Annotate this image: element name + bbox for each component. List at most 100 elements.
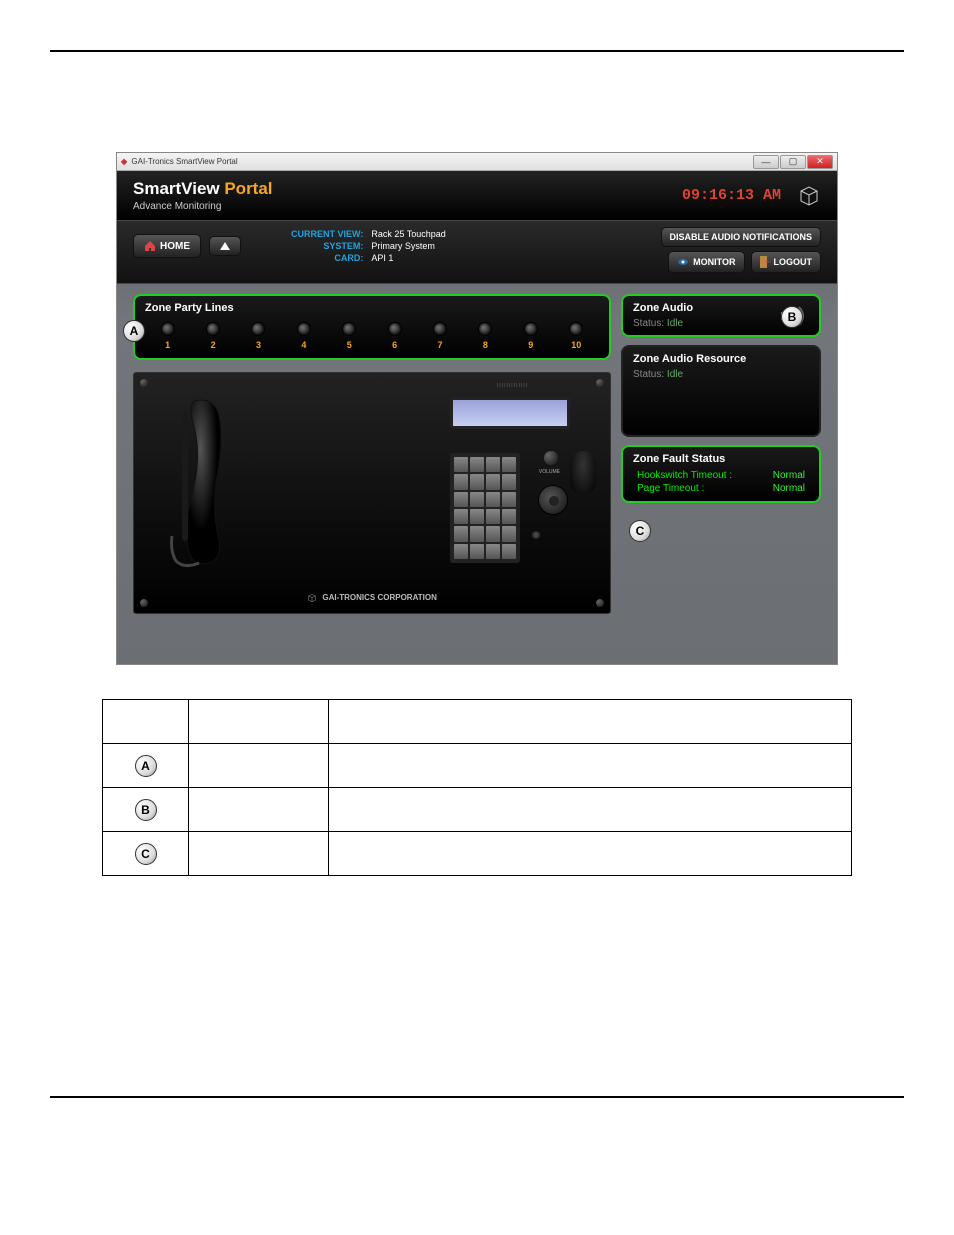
party-line-indicator: 7 bbox=[433, 322, 447, 350]
up-button[interactable] bbox=[209, 236, 241, 256]
fault-row: Page Timeout :Normal bbox=[633, 482, 809, 495]
table-badge-c: C bbox=[135, 843, 157, 865]
device-footer: GAI-TRONICS CORPORATION bbox=[134, 593, 610, 603]
keypad-key bbox=[454, 492, 468, 507]
fault-label: Hookswitch Timeout : bbox=[637, 470, 732, 481]
led-number: 3 bbox=[251, 340, 265, 350]
keypad-key bbox=[454, 509, 468, 524]
window-maximize-button[interactable]: ▢ bbox=[780, 155, 806, 169]
brand-subtitle: Advance Monitoring bbox=[133, 201, 273, 212]
led-number: 4 bbox=[297, 340, 311, 350]
window-control-buttons: — ▢ ✕ bbox=[752, 155, 833, 169]
party-line-led-row: 1 2 3 4 5 6 7 8 9 10 bbox=[145, 318, 599, 352]
keypad-key bbox=[470, 509, 484, 524]
led-number: 5 bbox=[342, 340, 356, 350]
led-number: 2 bbox=[206, 340, 220, 350]
zone-audio-status: Status: Idle bbox=[633, 318, 693, 329]
keypad-key bbox=[470, 474, 484, 489]
keypad-key bbox=[502, 457, 516, 472]
app-favicon: ◆ bbox=[121, 157, 127, 166]
triangle-up-icon bbox=[220, 242, 230, 250]
table-badge-b: B bbox=[135, 799, 157, 821]
window-close-button[interactable]: ✕ bbox=[807, 155, 833, 169]
led-icon bbox=[342, 322, 356, 336]
led-number: 9 bbox=[524, 340, 538, 350]
brand-block: SmartView Portal Advance Monitoring bbox=[133, 179, 273, 212]
zone-fault-status-panel: Zone Fault Status Hookswitch Timeout : No… bbox=[621, 445, 821, 503]
keypad-key bbox=[502, 474, 516, 489]
keypad-key bbox=[486, 457, 500, 472]
page-top-rule bbox=[50, 50, 904, 52]
party-line-indicator: 1 bbox=[161, 322, 175, 350]
page-bottom-rule bbox=[50, 1096, 904, 1098]
led-icon bbox=[524, 322, 538, 336]
led-icon bbox=[388, 322, 402, 336]
callout-badge-a: A bbox=[123, 320, 145, 342]
keypad-key bbox=[454, 526, 468, 541]
party-line-indicator: 5 bbox=[342, 322, 356, 350]
led-icon bbox=[206, 322, 220, 336]
window-title: GAI-Tronics SmartView Portal bbox=[131, 157, 237, 166]
zone-audio-resource-status: Status: Idle bbox=[633, 369, 809, 380]
screenshot-container: ◆ GAI-Tronics SmartView Portal — ▢ ✕ Sma… bbox=[116, 152, 838, 665]
toolbar-right: DISABLE AUDIO NOTIFICATIONS MONITOR LOGO… bbox=[661, 227, 822, 277]
led-number: 8 bbox=[478, 340, 492, 350]
party-line-indicator: 8 bbox=[478, 322, 492, 350]
keypad-key bbox=[502, 492, 516, 507]
legend-table: A B C bbox=[102, 699, 852, 876]
current-view-info: CURRENT VIEW:Rack 25 Touchpad SYSTEM:Pri… bbox=[289, 227, 448, 265]
fault-value: Normal bbox=[773, 470, 805, 481]
toolbar-left: HOME CURRENT VIEW:Rack 25 Touchpad SYSTE… bbox=[133, 227, 448, 265]
zone-audio-resource-title: Zone Audio Resource bbox=[633, 353, 809, 365]
home-button[interactable]: HOME bbox=[133, 234, 201, 258]
window-titlebar: ◆ GAI-Tronics SmartView Portal — ▢ ✕ bbox=[117, 153, 837, 171]
led-number: 1 bbox=[161, 340, 175, 350]
device-speaker-grill: IIIIIIIIIIIII bbox=[497, 383, 528, 389]
led-icon bbox=[297, 322, 311, 336]
fault-row: Hookswitch Timeout : Normal bbox=[633, 469, 809, 482]
touchpad-device: IIIIIIIIIIIII VOLUME GAI-TRONICS CORPORA… bbox=[133, 372, 611, 614]
home-icon bbox=[144, 240, 156, 252]
window-minimize-button[interactable]: — bbox=[753, 155, 779, 169]
company-logo-icon bbox=[307, 593, 317, 603]
led-icon bbox=[433, 322, 447, 336]
party-line-indicator: 4 bbox=[297, 322, 311, 350]
company-logo-icon bbox=[797, 184, 821, 208]
table-badge-a: A bbox=[135, 755, 157, 777]
zone-audio-title: Zone Audio bbox=[633, 302, 693, 314]
keypad-key bbox=[470, 492, 484, 507]
led-icon bbox=[569, 322, 583, 336]
monitor-button[interactable]: MONITOR bbox=[668, 251, 744, 273]
left-column: Zone Party Lines 1 2 3 4 5 6 7 8 9 10 IIIIIIIIIII… bbox=[133, 294, 611, 614]
keypad-key bbox=[470, 526, 484, 541]
zone-party-lines-title: Zone Party Lines bbox=[145, 302, 599, 314]
party-line-indicator: 2 bbox=[206, 322, 220, 350]
party-line-indicator: 6 bbox=[388, 322, 402, 350]
callout-badge-c: C bbox=[629, 520, 651, 542]
keypad-key bbox=[454, 544, 468, 559]
logout-button[interactable]: LOGOUT bbox=[751, 251, 822, 273]
app-topbar: SmartView Portal Advance Monitoring 09:1… bbox=[117, 171, 837, 221]
zone-fault-status-title: Zone Fault Status bbox=[633, 453, 809, 465]
device-lcd bbox=[450, 397, 570, 429]
indicator-led bbox=[532, 531, 540, 539]
volume-label: VOLUME bbox=[539, 469, 560, 475]
pointer-pad bbox=[570, 451, 596, 495]
clock: 09:16:13 AM bbox=[682, 187, 781, 204]
handset-icon bbox=[164, 391, 244, 581]
brand-title: SmartView Portal bbox=[133, 179, 273, 199]
keypad-key bbox=[502, 526, 516, 541]
keypad-key bbox=[502, 509, 516, 524]
jog-wheel bbox=[538, 485, 568, 515]
content-area: A B C Zone Party Lines 12345678910 bbox=[117, 284, 837, 624]
led-icon bbox=[478, 322, 492, 336]
app-body: SmartView Portal Advance Monitoring 09:1… bbox=[117, 171, 837, 664]
party-line-indicator: 3 bbox=[251, 322, 265, 350]
keypad-key bbox=[486, 492, 500, 507]
led-number: 10 bbox=[569, 340, 583, 350]
keypad-key bbox=[454, 474, 468, 489]
led-number: 7 bbox=[433, 340, 447, 350]
zone-party-lines-panel: Zone Party Lines 1 2 3 4 5 6 7 8 9 10 bbox=[133, 294, 611, 360]
disable-audio-button[interactable]: DISABLE AUDIO NOTIFICATIONS bbox=[661, 227, 822, 247]
keypad-key bbox=[486, 544, 500, 559]
